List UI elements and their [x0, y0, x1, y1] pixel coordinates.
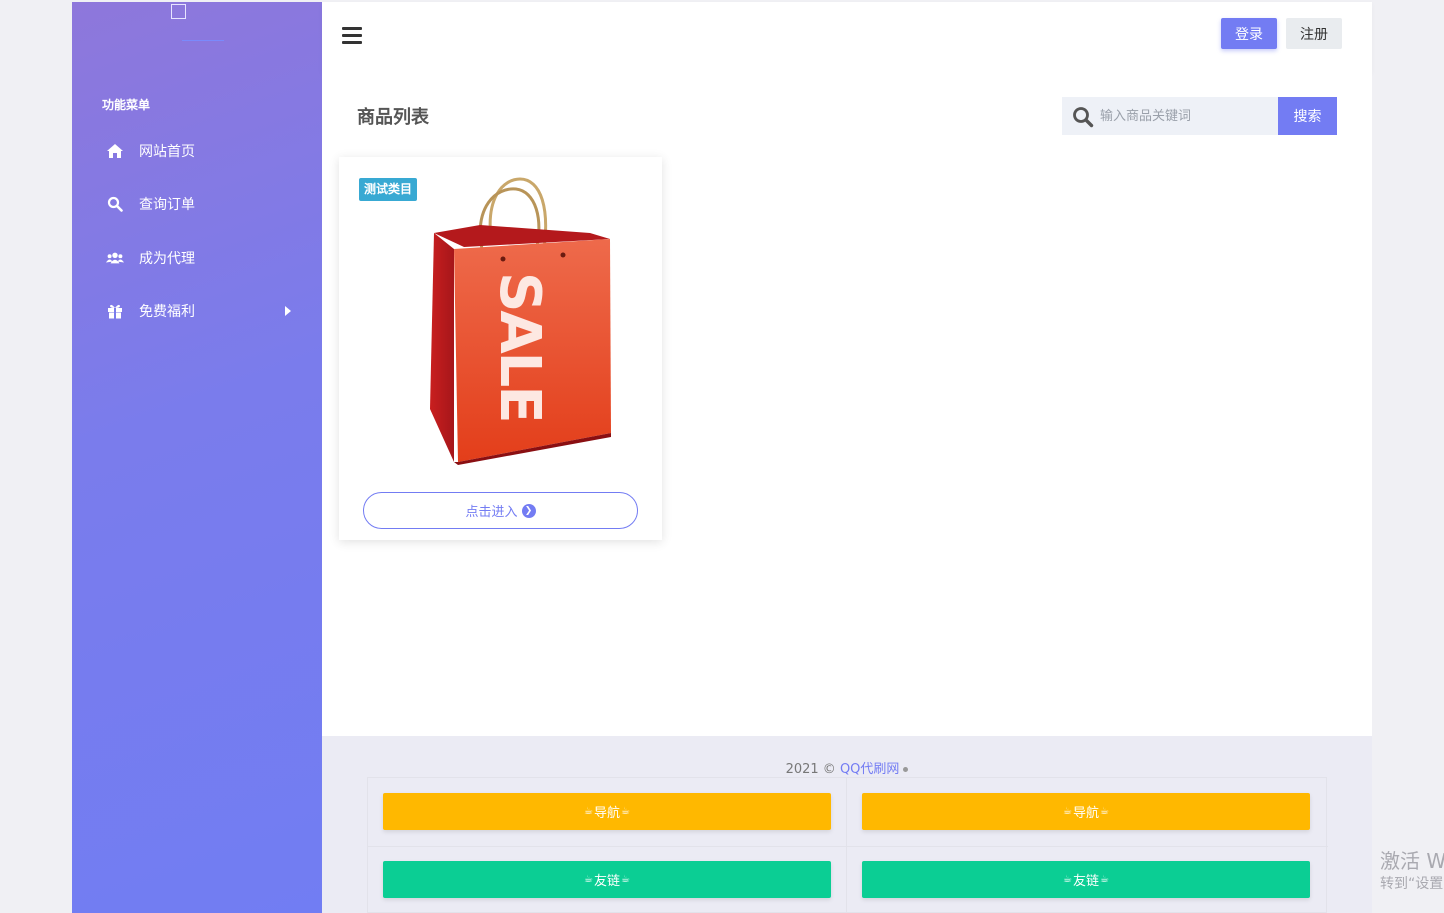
sidebar-item-agent[interactable]: 成为代理	[72, 238, 322, 278]
cup-icon: ☕	[621, 874, 630, 885]
sidebar-item-home[interactable]: 网站首页	[72, 131, 322, 171]
activation-watermark: 激活 W 转到“设置	[1380, 848, 1444, 894]
gift-icon	[106, 302, 124, 320]
cup-icon: ☕	[1063, 806, 1072, 817]
sale-text: SALE	[487, 272, 552, 422]
watermark-line1: 激活 W	[1380, 849, 1444, 873]
friend-link-button[interactable]: ☕ 友链 ☕	[862, 861, 1310, 898]
cup-icon: ☕	[1100, 806, 1109, 817]
site-name-link[interactable]: QQ代刷网	[840, 762, 899, 777]
sidebar-item-label: 查询订单	[139, 197, 195, 213]
login-button[interactable]: 登录	[1221, 18, 1277, 49]
sidebar-item-label: 免费福利	[139, 304, 195, 320]
friend-link-label: 友链	[1072, 874, 1099, 889]
copyright-prefix: 2021 ©	[785, 762, 840, 777]
cup-icon: ☕	[1063, 874, 1072, 885]
sidebar-item-orders[interactable]: 查询订单	[72, 184, 322, 224]
nav-button[interactable]: ☕ 导航 ☕	[862, 793, 1310, 830]
main-content: 商品列表 搜索 测试类目	[322, 72, 1372, 736]
menu-heading: 功能菜单	[102, 98, 151, 112]
caret-right-icon	[285, 306, 291, 316]
cup-icon: ☕	[621, 806, 630, 817]
sidebar-item-label: 成为代理	[139, 251, 195, 267]
nav-button-label: 导航	[593, 806, 620, 821]
enter-button-label: 点击进入	[465, 505, 518, 520]
register-button[interactable]: 注册	[1286, 18, 1342, 49]
nav-button-label: 导航	[1072, 806, 1099, 821]
cup-icon: ☕	[1100, 874, 1109, 885]
search-icon	[106, 195, 124, 213]
sidebar-item-free-benefits[interactable]: 免费福利	[72, 291, 322, 331]
search-button[interactable]: 搜索	[1278, 97, 1337, 135]
search-icon	[1072, 106, 1094, 128]
product-card[interactable]: 测试类目 SALE 点击进入 ❯	[339, 157, 662, 540]
cup-icon: ☕	[584, 806, 593, 817]
category-tag: 测试类目	[359, 178, 418, 201]
sidebar: 功能菜单 网站首页 查询订单 成为代理 免费福利	[72, 2, 322, 913]
dot-icon	[903, 767, 909, 772]
home-icon	[106, 142, 124, 160]
friend-link-label: 友链	[593, 874, 620, 889]
chevron-right-circle-icon: ❯	[521, 503, 536, 518]
enter-product-button[interactable]: 点击进入 ❯	[363, 492, 638, 529]
nav-button[interactable]: ☕ 导航 ☕	[383, 793, 831, 830]
search-bar: 搜索	[1062, 97, 1337, 135]
page-title: 商品列表	[357, 107, 429, 128]
logo-underline	[182, 40, 224, 41]
search-input[interactable]	[1100, 97, 1275, 135]
footer: 2021 © QQ代刷网 ☕ 导航 ☕ ☕ 导航 ☕ ☕ 友链 ☕ ☕ 友链 ☕	[322, 736, 1372, 913]
footer-link-grid: ☕ 导航 ☕ ☕ 导航 ☕ ☕ 友链 ☕ ☕ 友链 ☕	[367, 777, 1328, 913]
friend-link-button[interactable]: ☕ 友链 ☕	[383, 861, 831, 898]
logo-placeholder[interactable]	[171, 4, 186, 19]
cup-icon: ☕	[584, 874, 593, 885]
users-icon	[106, 249, 124, 267]
sale-bag-image: SALE	[430, 177, 611, 465]
sidebar-item-label: 网站首页	[139, 144, 195, 160]
copyright: 2021 © QQ代刷网	[322, 758, 1372, 777]
top-header: 登录 注册	[322, 2, 1372, 72]
watermark-line2: 转到“设置	[1380, 876, 1444, 892]
hamburger-menu-icon[interactable]	[342, 27, 362, 45]
